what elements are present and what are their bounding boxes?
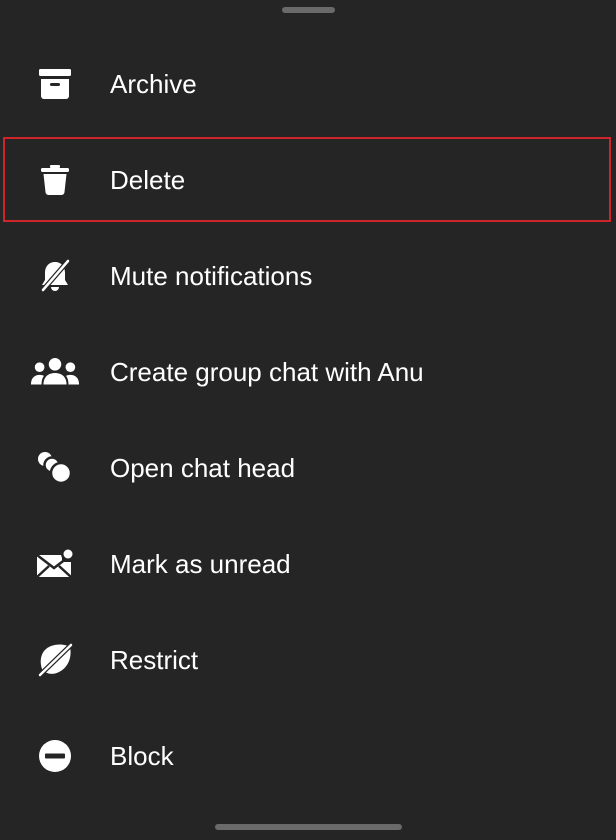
menu-item-label: Archive: [110, 69, 197, 99]
menu-item-label: Mark as unread: [110, 549, 291, 579]
bottom-sheet-menu: Archive Delete Mute notifications Create…: [0, 0, 616, 840]
envelope-unread-icon: [30, 539, 80, 589]
restrict-icon: [30, 635, 80, 685]
chat-head-icon: [30, 443, 80, 493]
trash-icon: [30, 155, 80, 205]
menu-item-create-group-chat[interactable]: Create group chat with Anu: [0, 324, 616, 420]
group-icon: [30, 347, 80, 397]
menu-item-mute-notifications[interactable]: Mute notifications: [0, 228, 616, 324]
menu-item-open-chat-head[interactable]: Open chat head: [0, 420, 616, 516]
archive-icon: [30, 59, 80, 109]
menu-item-label: Delete: [110, 165, 186, 195]
menu-item-mark-as-unread[interactable]: Mark as unread: [0, 516, 616, 612]
menu-item-archive[interactable]: Archive: [0, 36, 616, 132]
menu-item-restrict[interactable]: Restrict: [0, 612, 616, 708]
block-icon: [30, 731, 80, 781]
bell-off-icon: [30, 251, 80, 301]
menu-item-delete[interactable]: Delete: [0, 132, 616, 228]
menu-item-label: Create group chat with Anu: [110, 357, 424, 387]
menu-item-label: Restrict: [110, 645, 199, 675]
drag-handle[interactable]: [282, 7, 335, 13]
menu-item-label: Mute notifications: [110, 261, 313, 291]
menu-item-label: Block: [110, 741, 174, 771]
menu-item-block[interactable]: Block: [0, 708, 616, 804]
menu-item-label: Open chat head: [110, 453, 296, 483]
home-indicator[interactable]: [215, 824, 402, 830]
